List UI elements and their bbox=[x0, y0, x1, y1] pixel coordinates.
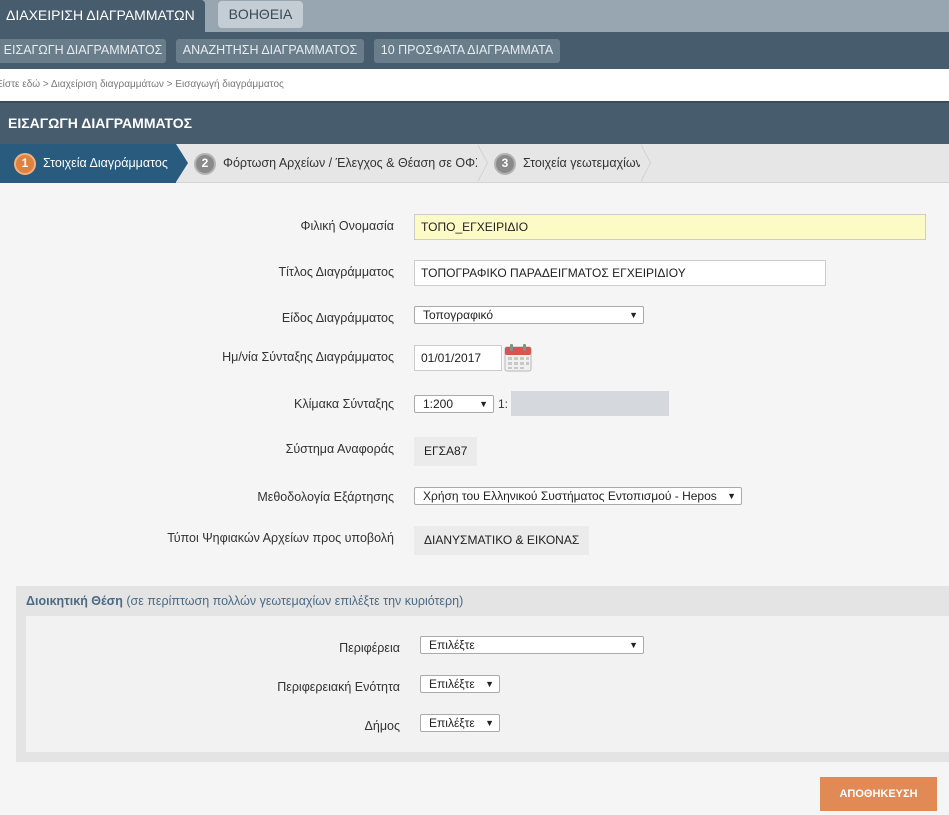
region-select[interactable]: Επιλέξτε ▼ bbox=[420, 636, 644, 654]
subtab-recent-diagrams[interactable]: 10 ΠΡΟΣΦΑΤΑ ΔΙΑΓΡΑΜΜΑΤΑ bbox=[374, 39, 560, 63]
custom-scale-input[interactable] bbox=[511, 391, 669, 416]
diagram-title-input[interactable]: ΤΟΠΟΓΡΑΦΙΚΟ ΠΑΡΑΔΕΙΓΜΑΤΟΣ ΕΓΧΕΙΡΙΔΙΟΥ bbox=[414, 260, 826, 286]
chevron-down-icon: ▼ bbox=[485, 718, 494, 728]
administrative-location-panel: Διοικητική Θέση (σε περίπτωση πολλών γεω… bbox=[16, 586, 949, 762]
diagram-title-label: Τίτλος Διαγράμματος bbox=[278, 265, 394, 279]
municipality-value: Επιλέξτε bbox=[429, 716, 475, 730]
municipality-label: Δήμος bbox=[364, 719, 400, 733]
reference-system-value: ΕΓΣΑ87 bbox=[414, 437, 478, 466]
regional-unit-label: Περιφερειακή Ενότητα bbox=[277, 680, 400, 694]
calendar-icon[interactable] bbox=[504, 344, 532, 372]
diagram-date-input[interactable]: 01/01/2017 bbox=[414, 345, 502, 371]
methodology-value: Χρήση του Ελληνικού Συστήματος Εντοπισμο… bbox=[423, 489, 717, 503]
diagram-type-label: Είδος Διαγράμματος bbox=[281, 311, 394, 325]
step-parcel-details[interactable]: 3 Στοιχεία γεωτεμαχίων bbox=[494, 144, 642, 183]
step-arrow bbox=[477, 144, 487, 182]
breadcrumb-text: Είστε εδώ > Διαχείριση διαγραμμάτων > Ει… bbox=[0, 79, 284, 90]
regional-unit-select[interactable]: Επιλέξτε ▼ bbox=[420, 675, 500, 693]
regional-unit-value: Επιλέξτε bbox=[429, 677, 475, 691]
top-navigation: ΔΙΑΧΕΙΡΙΣΗ ΔΙΑΓΡΑΜΜΑΤΩΝ ΒΟΗΘΕΙΑ bbox=[0, 0, 949, 32]
diagram-type-value: Τοπογραφικό bbox=[423, 308, 494, 322]
step-number: 1 bbox=[14, 152, 36, 175]
diagram-type-select[interactable]: Τοπογραφικό ▼ bbox=[414, 306, 644, 324]
step-label: Στοιχεία Διαγράμματος bbox=[43, 156, 168, 170]
methodology-select[interactable]: Χρήση του Ελληνικού Συστήματος Εντοπισμο… bbox=[414, 487, 742, 505]
sub-navigation: ΕΙΣΑΓΩΓΗ ΔΙΑΓΡΑΜΜΑΤΟΣ ΑΝΑΖΗΤΗΣΗ ΔΙΑΓΡΑΜΜ… bbox=[0, 32, 949, 69]
subtab-insert-diagram[interactable]: ΕΙΣΑΓΩΓΗ ΔΙΑΓΡΑΜΜΑΤΟΣ bbox=[0, 39, 166, 63]
page-title: ΕΙΣΑΓΩΓΗ ΔΙΑΓΡΑΜΜΑΤΟΣ bbox=[0, 101, 949, 144]
municipality-select[interactable]: Επιλέξτε ▼ bbox=[420, 714, 500, 732]
step-number: 2 bbox=[194, 152, 216, 175]
step-number: 3 bbox=[494, 152, 516, 175]
step-arrow bbox=[640, 144, 650, 182]
admin-heading-note: (σε περίπτωση πολλών γεωτεμαχίων επιλέξτ… bbox=[126, 594, 464, 608]
breadcrumb: Είστε εδώ > Διαχείριση διαγραμμάτων > Ει… bbox=[0, 69, 949, 101]
chevron-down-icon: ▼ bbox=[629, 310, 638, 320]
step-file-upload[interactable]: 2 Φόρτωση Αρχείων / Έλεγχος & Θέαση σε Ο… bbox=[194, 144, 483, 183]
chevron-down-icon: ▼ bbox=[479, 399, 488, 409]
reference-system-label: Σύστημα Αναφοράς bbox=[285, 442, 394, 456]
file-types-value: ΔΙΑΝΥΣΜΑΤΙΚΟ & ΕΙΚΟΝΑΣ bbox=[414, 526, 590, 555]
scale-select[interactable]: 1:200 ▼ bbox=[414, 395, 494, 413]
admin-heading: Διοικητική Θέση (σε περίπτωση πολλών γεω… bbox=[26, 594, 463, 608]
step-label: Φόρτωση Αρχείων / Έλεγχος & Θέαση σε ΟΦΧ bbox=[223, 156, 484, 170]
step-diagram-details[interactable]: 1 Στοιχεία Διαγράμματος bbox=[0, 144, 176, 183]
chevron-down-icon: ▼ bbox=[629, 640, 638, 650]
region-label: Περιφέρεια bbox=[339, 641, 400, 655]
diagram-date-label: Ημ/νία Σύνταξης Διαγράμματος bbox=[222, 350, 394, 364]
friendly-name-label: Φιλική Ονομασία bbox=[300, 219, 394, 233]
methodology-label: Μεθοδολογία Εξάρτησης bbox=[257, 490, 394, 504]
scale-prefix: 1: bbox=[498, 397, 509, 411]
admin-heading-title: Διοικητική Θέση bbox=[26, 594, 123, 608]
file-types-label: Τύποι Ψηφιακών Αρχείων προς υποβολή bbox=[167, 531, 394, 545]
save-button[interactable]: ΑΠΟΘΗΚΕΥΣΗ bbox=[820, 777, 937, 811]
wizard-stepper: 1 Στοιχεία Διαγράμματος 2 Φόρτωση Αρχείω… bbox=[0, 144, 949, 183]
friendly-name-input[interactable]: ΤΟΠΟ_ΕΓΧΕΙΡΙΔΙΟ bbox=[414, 214, 926, 240]
scale-value: 1:200 bbox=[423, 397, 454, 411]
chevron-down-icon: ▼ bbox=[485, 679, 494, 689]
subtab-search-diagram[interactable]: ΑΝΑΖΗΤΗΣΗ ΔΙΑΓΡΑΜΜΑΤΟΣ bbox=[176, 39, 364, 63]
scale-label: Κλίμακα Σύνταξης bbox=[294, 397, 394, 411]
step-arrow bbox=[176, 144, 188, 182]
region-value: Επιλέξτε bbox=[429, 638, 475, 652]
tab-help[interactable]: ΒΟΗΘΕΙΑ bbox=[218, 1, 303, 28]
chevron-down-icon: ▼ bbox=[727, 491, 736, 501]
step-label: Στοιχεία γεωτεμαχίων bbox=[523, 156, 642, 170]
tab-diagram-management[interactable]: ΔΙΑΧΕΙΡΙΣΗ ΔΙΑΓΡΑΜΜΑΤΩΝ bbox=[0, 0, 205, 32]
